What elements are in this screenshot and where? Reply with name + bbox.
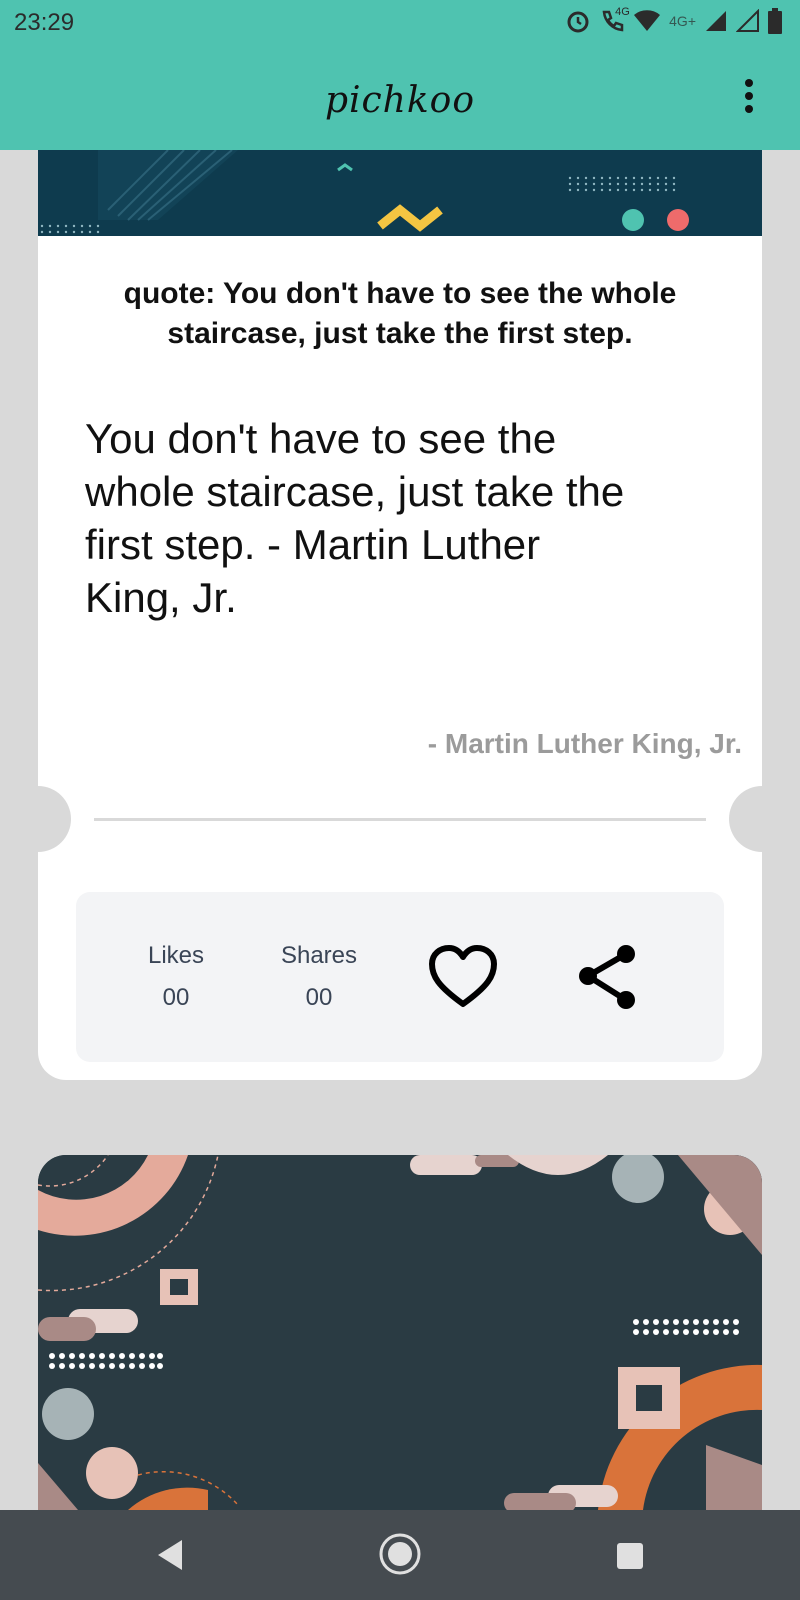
menu-dot	[745, 79, 753, 87]
quote-body: You don't have to see the whole staircas…	[85, 415, 625, 621]
call-4g-icon: 4G	[599, 6, 630, 34]
quote-author: - Martin Luther King, Jr.	[427, 728, 742, 759]
likes-stat: Likes 00	[121, 942, 231, 1012]
battery-icon	[768, 8, 782, 34]
share-icon	[579, 945, 635, 1009]
quote-card-next[interactable]	[38, 1155, 762, 1510]
menu-dot	[745, 105, 753, 113]
network-label-1: 4G	[615, 6, 630, 18]
status-time: 23:29	[14, 9, 75, 36]
stats-box: Likes 00 Shares 00	[76, 892, 724, 1062]
quote-title: quote: You don't have to see the whole s…	[123, 277, 677, 350]
shares-stat: Shares 00	[264, 942, 374, 1012]
heart-icon	[429, 945, 497, 1007]
home-icon	[379, 1533, 421, 1575]
back-icon	[158, 1540, 182, 1570]
alarm-icon	[567, 11, 589, 33]
status-bar: 23:29 4G 4G+	[0, 0, 800, 46]
app-bar: pichkoo	[0, 46, 800, 150]
shares-label: Shares	[280, 942, 358, 969]
signal-icon	[706, 11, 726, 31]
likes-label: Likes	[147, 942, 205, 969]
ticket-notch-left	[38, 786, 71, 852]
quote-card: quote: You don't have to see the whole s…	[38, 150, 762, 1080]
ticket-notch-right	[729, 786, 762, 852]
card-background-pattern	[38, 1155, 762, 1510]
divider	[94, 818, 706, 821]
signal-empty-icon	[736, 9, 759, 32]
recents-button[interactable]	[616, 1542, 644, 1575]
menu-dot	[745, 92, 753, 100]
share-button[interactable]	[576, 942, 640, 1012]
status-icons: 4G 4G+	[565, 6, 782, 34]
app-title: pichkoo	[324, 80, 476, 121]
wifi-icon	[634, 10, 661, 31]
recents-icon	[617, 1543, 643, 1569]
card-banner	[38, 150, 762, 236]
network-label-2: 4G+	[669, 13, 696, 29]
more-menu-button[interactable]	[742, 76, 756, 120]
home-button[interactable]	[378, 1532, 422, 1581]
navigation-bar	[0, 1510, 800, 1600]
shares-value: 00	[305, 984, 333, 1011]
back-button[interactable]	[154, 1538, 184, 1577]
like-button[interactable]	[428, 944, 498, 1010]
banner-decoration	[38, 150, 762, 236]
likes-value: 00	[162, 984, 190, 1011]
